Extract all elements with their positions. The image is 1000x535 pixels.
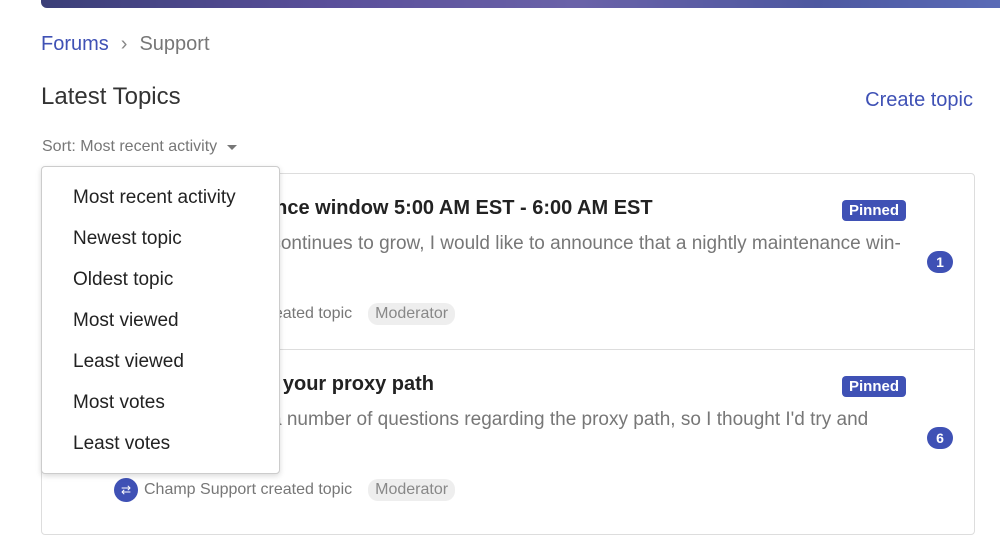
sort-option-least-viewed[interactable]: Least viewed (42, 341, 279, 382)
reply-count-badge: 1 (927, 251, 953, 273)
sort-option-most-viewed[interactable]: Most viewed (42, 300, 279, 341)
caret-down-icon (227, 144, 238, 150)
sort-menu: Most recent activity Newest topic Oldest… (41, 166, 280, 474)
header-banner (41, 0, 1000, 8)
pinned-badge: Pinned (842, 200, 907, 221)
sort-option-most-votes[interactable]: Most votes (42, 382, 279, 423)
author-line: Champ Support created topic (144, 481, 353, 498)
role-badge: Moderator (368, 303, 456, 325)
breadcrumb: Forums › Support (41, 33, 210, 56)
topic-meta: ⇄ Champ Support created topic Moderator (114, 478, 456, 502)
sort-option-oldest-topic[interactable]: Oldest topic (42, 259, 279, 300)
breadcrumb-forums-link[interactable]: Forums (41, 33, 109, 56)
chevron-right-icon: › (120, 33, 128, 55)
avatar: ⇄ (114, 478, 138, 502)
sort-label: Sort: Most recent activity (42, 138, 218, 155)
reply-count-badge: 6 (927, 427, 953, 449)
pinned-badge: Pinned (842, 376, 907, 397)
breadcrumb-current: Support (139, 33, 210, 55)
sort-option-newest-topic[interactable]: Newest topic (42, 218, 279, 259)
create-topic-link[interactable]: Create topic (865, 89, 973, 112)
page-title: Latest Topics (41, 83, 181, 110)
role-badge: Moderator (368, 479, 456, 501)
sort-option-least-votes[interactable]: Least votes (42, 423, 279, 464)
sort-dropdown[interactable]: Sort: Most recent activity (42, 138, 238, 156)
sort-option-most-recent-activity[interactable]: Most recent activity (42, 177, 279, 218)
